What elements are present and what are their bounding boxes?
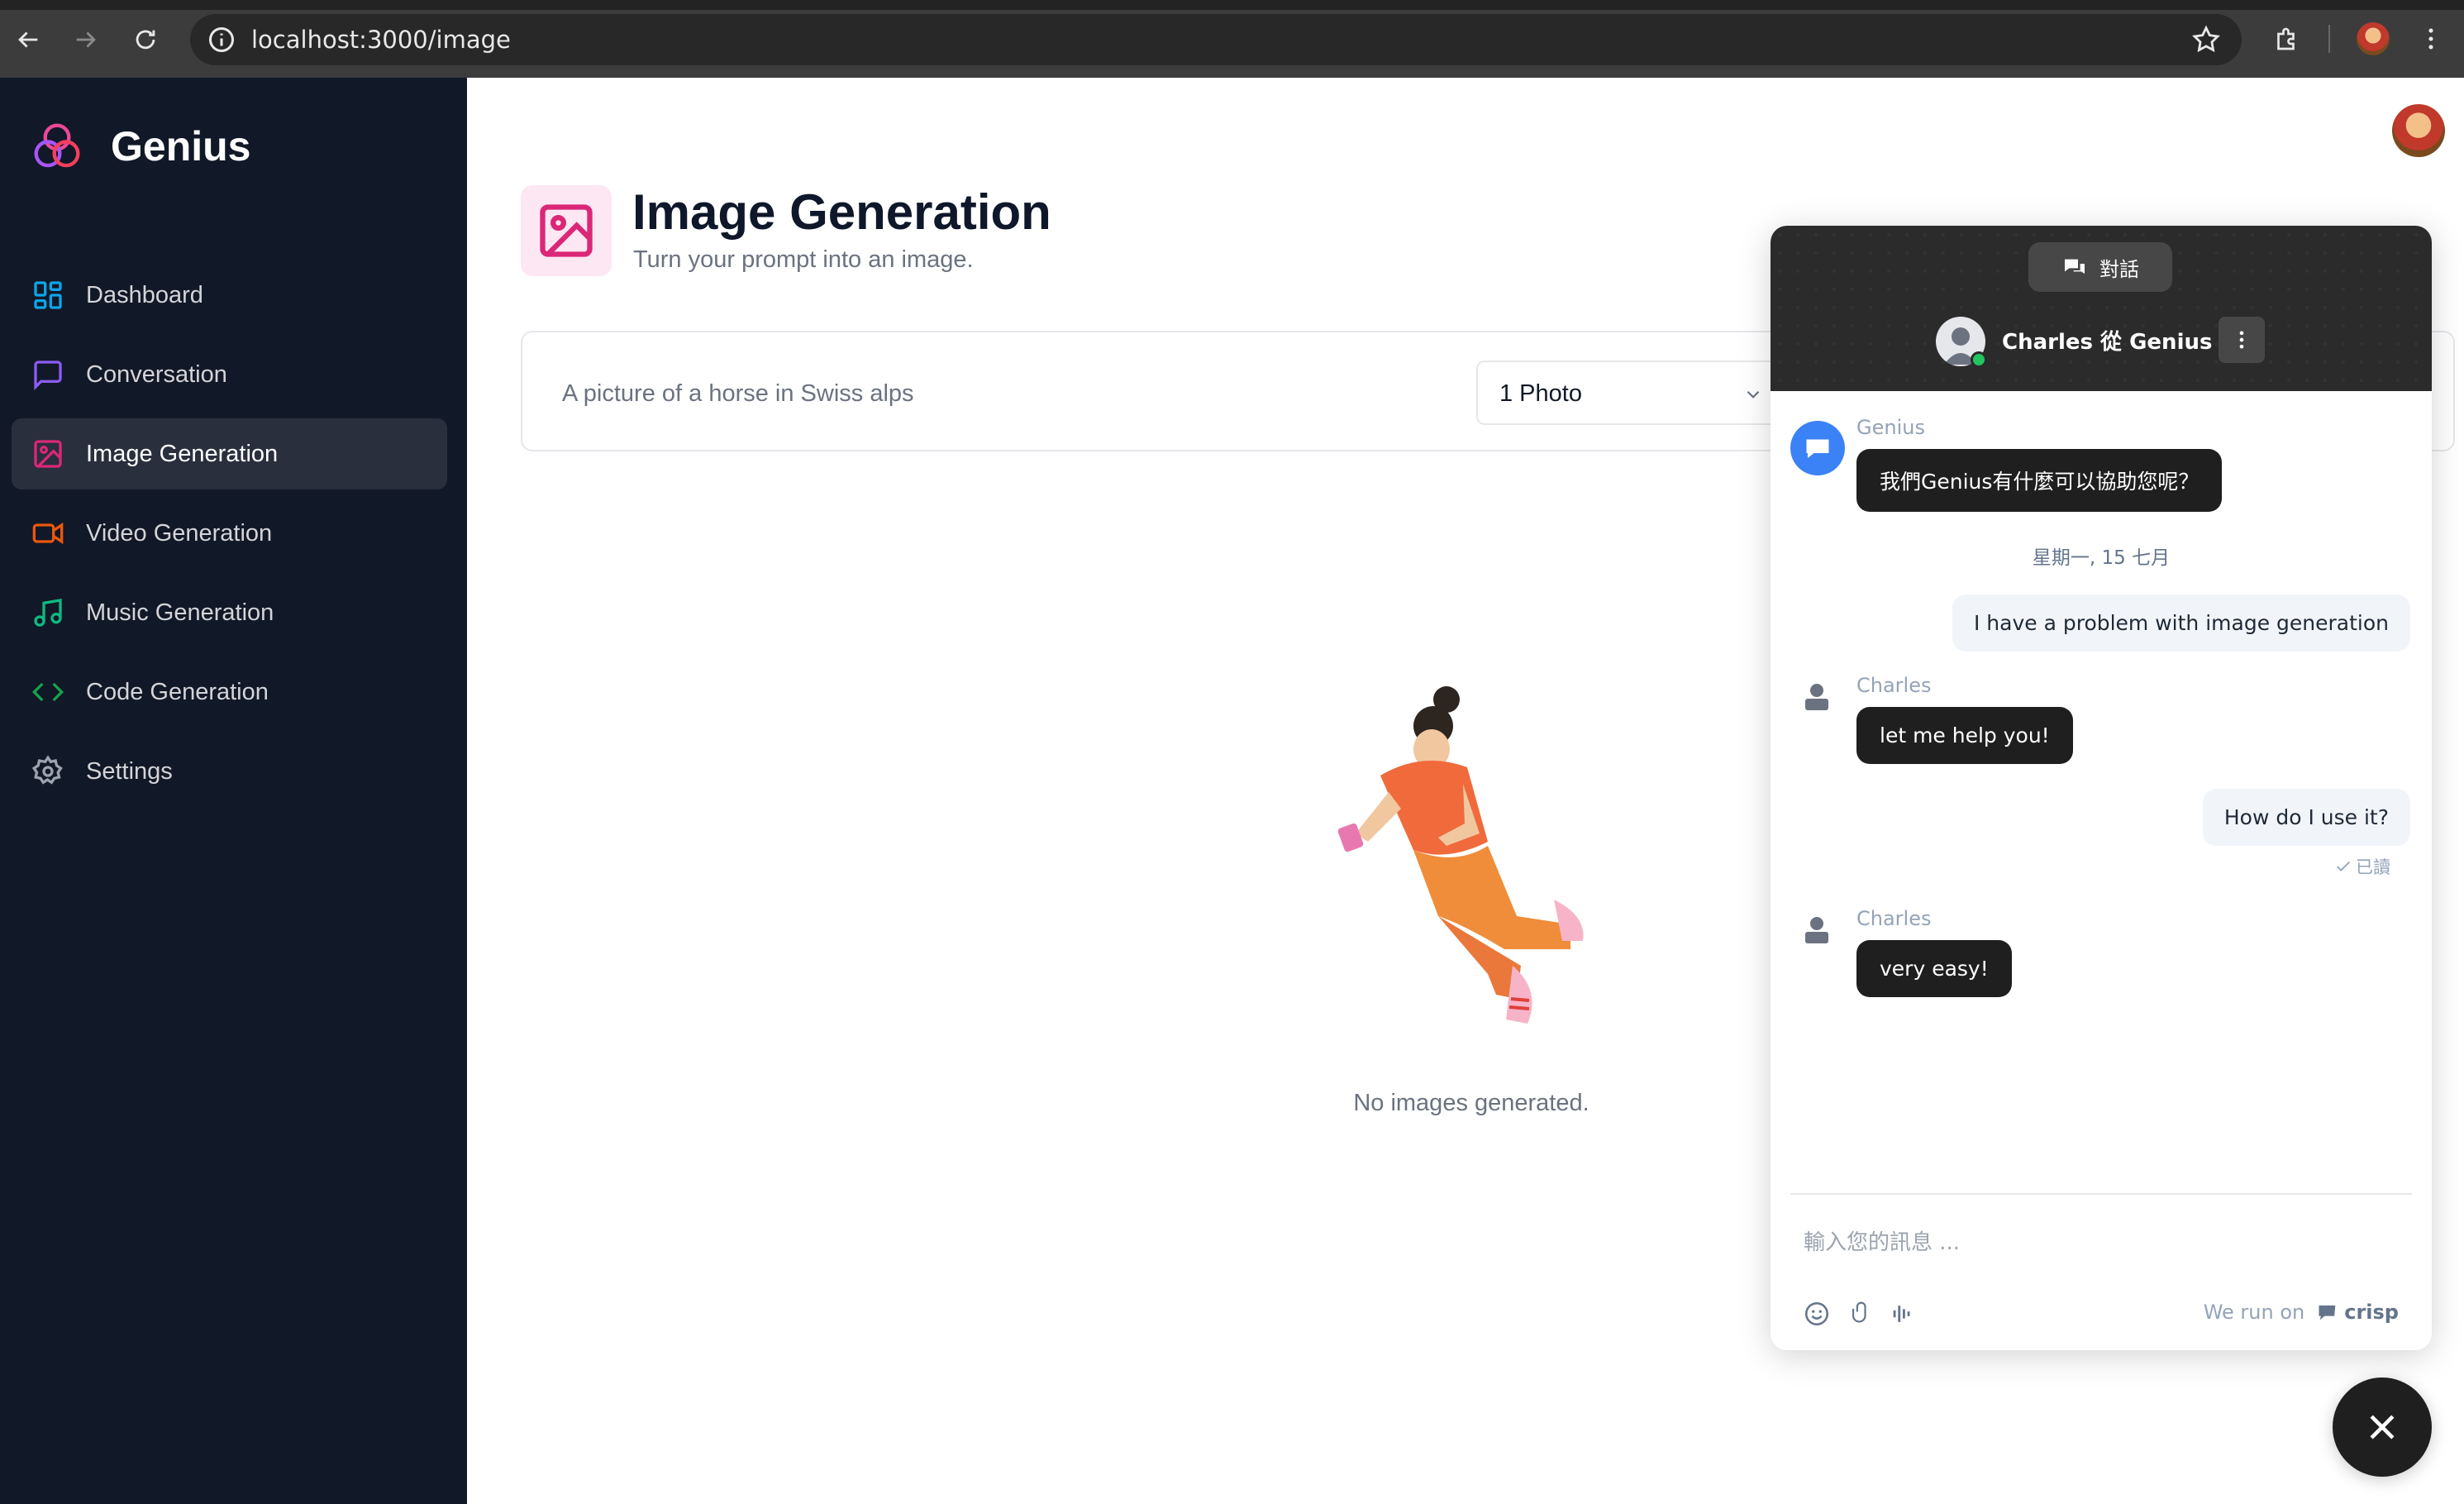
chat-messages: Genius 我們Genius有什麼可以協助您呢？ 星期一, 15 七月 I h…: [1771, 391, 2432, 1218]
date-separator: 星期一, 15 七月: [2032, 547, 2171, 569]
bookmark-star-icon[interactable]: [2190, 24, 2222, 55]
chat-close-button[interactable]: [2333, 1377, 2432, 1477]
prompt-input[interactable]: A picture of a horse in Swiss alps: [562, 380, 914, 408]
user-avatar-button[interactable]: [2392, 104, 2445, 157]
chat-tab-label: 對話: [2099, 257, 2139, 281]
chevron-down-icon: [1747, 390, 1760, 399]
message-bubble: 我們Genius有什麼可以協助您呢？: [1856, 449, 2223, 512]
sidebar-nav: Dashboard Conversation Image Generation …: [12, 260, 447, 815]
sidebar-item-label: Code Generation: [86, 678, 269, 705]
genius-logo-icon: [34, 123, 80, 168]
user-silhouette-icon: [1805, 684, 1828, 710]
forward-button[interactable]: [69, 23, 102, 56]
kebab-menu-icon: [2428, 28, 2433, 50]
amount-select[interactable]: 1 Photo: [1476, 360, 1784, 425]
close-icon: [2370, 1415, 2395, 1440]
puzzle-icon: [2277, 27, 2295, 50]
message-bubble: How do I use it?: [2202, 789, 2410, 846]
user-silhouette-icon: [1805, 917, 1828, 943]
sidebar-item-label: Dashboard: [86, 281, 203, 308]
sidebar-item-label: Settings: [86, 757, 173, 785]
music-icon: [34, 599, 62, 627]
emoji-smile-icon: [1804, 1301, 1829, 1326]
crisp-logo-icon: [2319, 1305, 2336, 1320]
message-sender: Genius: [1856, 416, 1925, 439]
empty-state-illustration: [1337, 686, 1584, 1024]
sidebar-item-dashboard[interactable]: Dashboard: [12, 260, 447, 331]
settings-icon: [31, 755, 63, 785]
sidebar-item-code-generation[interactable]: Code Generation: [12, 657, 447, 728]
sidebar-item-conversation[interactable]: Conversation: [12, 339, 447, 410]
read-receipt-label: 已讀: [2356, 857, 2390, 877]
online-status-dot: [1971, 351, 1987, 368]
paperclip-icon: [1852, 1301, 1866, 1323]
code-icon: [31, 682, 64, 702]
chat-conversation-tab[interactable]: 對話: [2028, 242, 2172, 292]
chat-bubble-icon: [1806, 439, 1829, 458]
reload-button[interactable]: [129, 23, 162, 56]
tab-strip: [0, 0, 2464, 10]
sidebar-item-label: Video Generation: [86, 519, 273, 547]
arrow-right-icon: [76, 31, 96, 48]
read-receipt: 已讀: [2334, 854, 2390, 879]
message-sender: Charles: [1856, 907, 1932, 930]
sidebar: Genius Dashboard Conversation Image Gene…: [0, 78, 467, 1504]
arrow-left-icon: [18, 31, 38, 48]
sidebar-item-label: Conversation: [86, 360, 227, 388]
compose-divider: [1790, 1193, 2412, 1195]
crisp-brand-text: crisp: [2344, 1301, 2399, 1324]
powered-by-text: We run on: [2203, 1301, 2305, 1324]
message-square-icon: [34, 360, 62, 391]
brand-logo-link[interactable]: Genius: [30, 119, 250, 174]
back-button[interactable]: [12, 23, 45, 56]
brand-name: Genius: [111, 123, 251, 169]
extensions-button[interactable]: [2268, 20, 2306, 58]
sidebar-item-video-generation[interactable]: Video Generation: [12, 498, 447, 569]
powered-by-link[interactable]: We run on crisp: [2204, 1301, 2399, 1324]
amount-select-value: 1 Photo: [1499, 380, 1582, 407]
profile-button[interactable]: [2354, 20, 2392, 58]
message-bubble: I have a problem with image generation: [1952, 594, 2410, 652]
chat-options-button[interactable]: [2219, 317, 2265, 363]
browser-menu-button[interactable]: [2412, 20, 2450, 58]
message-sender: Charles: [1856, 674, 1932, 697]
chat-agent-name: Charles 從 Genius: [2002, 330, 2213, 355]
empty-state-text: No images generated.: [1353, 1090, 1589, 1116]
video-icon: [32, 522, 64, 545]
site-info-icon[interactable]: [207, 25, 236, 55]
page-heading-icon-box: [521, 185, 612, 276]
chat-bubbles-icon: [2065, 259, 2085, 274]
sidebar-item-settings[interactable]: Settings: [12, 736, 447, 807]
image-icon: [540, 204, 593, 257]
page-subtitle: Turn your prompt into an image.: [633, 246, 974, 273]
profile-avatar: [2357, 22, 2390, 55]
kebab-menu-icon: [2239, 331, 2244, 349]
url-text[interactable]: localhost:3000/image: [251, 26, 511, 54]
genius-bot-avatar: [1790, 421, 1845, 475]
address-bar[interactable]: localhost:3000/image: [190, 14, 2242, 65]
voice-message-button[interactable]: [1886, 1297, 1919, 1330]
reload-icon: [136, 30, 155, 50]
emoji-button[interactable]: [1800, 1297, 1833, 1330]
sidebar-item-music-generation[interactable]: Music Generation: [12, 577, 447, 648]
message-bubble: very easy!: [1856, 940, 2012, 997]
image-icon: [34, 440, 62, 468]
sidebar-item-image-generation[interactable]: Image Generation: [12, 418, 447, 489]
chat-header: 對話 Charles 從 Genius: [1771, 226, 2432, 391]
check-icon: [2337, 861, 2350, 871]
chat-message-input[interactable]: [1804, 1222, 2382, 1263]
page-title: Image Generation: [632, 184, 1051, 240]
chat-widget: 對話 Charles 從 Genius Genius 我們Genius有什麼可以…: [1771, 226, 2432, 1350]
layout-dashboard-icon: [34, 281, 62, 309]
attach-file-button[interactable]: [1843, 1297, 1876, 1330]
sidebar-item-label: Music Generation: [86, 599, 274, 626]
message-bubble: let me help you!: [1856, 707, 2073, 764]
audio-waveform-icon: [1893, 1306, 1910, 1322]
browser-toolbar: localhost:3000/image: [0, 0, 2464, 78]
toolbar-divider: [2328, 25, 2330, 53]
sidebar-item-label: Image Generation: [86, 440, 279, 467]
